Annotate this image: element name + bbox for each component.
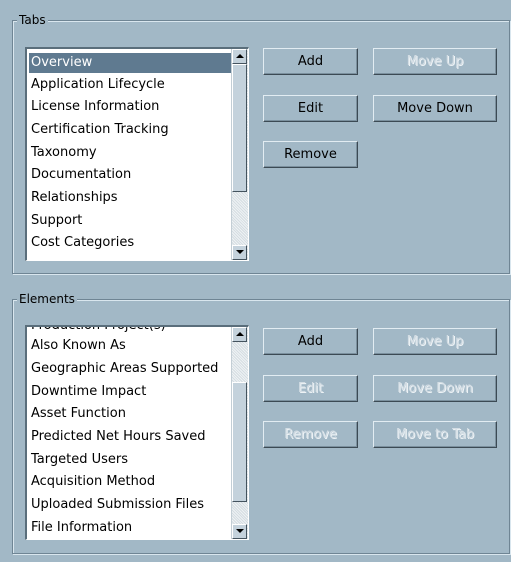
elements-move-to-tab-button[interactable]: Move to Tab — [373, 421, 497, 448]
tabs-group-title: Tabs — [17, 13, 48, 27]
elements-move-up-button[interactable]: Move Up — [373, 328, 497, 355]
elements-remove-button[interactable]: Remove — [263, 421, 358, 448]
elements-edit-button[interactable]: Edit — [263, 375, 358, 402]
elements-list-item[interactable]: Downtime Impact — [29, 382, 231, 402]
elements-list-item[interactable]: Uploaded Submission Files — [29, 495, 231, 515]
tabs-list-item[interactable]: Relationships — [29, 188, 231, 208]
scroll-thumb[interactable] — [232, 382, 247, 502]
tabs-edit-button[interactable]: Edit — [263, 95, 358, 122]
elements-listbox[interactable]: Production Project(s) Also Known As Geog… — [25, 325, 249, 540]
elements-list-item[interactable]: File Information — [29, 518, 231, 538]
scroll-down-arrow-icon[interactable] — [232, 245, 247, 260]
elements-move-down-button[interactable]: Move Down — [373, 375, 497, 402]
tabs-list-item[interactable]: Overview — [29, 53, 231, 73]
tabs-list-item[interactable]: Documentation — [29, 165, 231, 185]
elements-add-button[interactable]: Add — [263, 328, 358, 355]
tabs-list-item[interactable]: Cost Categories — [29, 233, 231, 253]
elements-list-item[interactable]: Acquisition Method — [29, 472, 231, 492]
tabs-listbox[interactable]: Overview Application Lifecycle License I… — [25, 47, 249, 261]
dialog-panel: Tabs Overview Application Lifecycle Lice… — [0, 0, 511, 562]
tabs-list-item[interactable]: Support — [29, 211, 231, 231]
scroll-down-arrow-icon[interactable] — [232, 524, 247, 539]
tabs-list-item[interactable]: Certification Tracking — [29, 120, 231, 140]
elements-list-item[interactable]: Predicted Net Hours Saved — [29, 427, 231, 447]
scroll-up-arrow-icon[interactable] — [232, 49, 247, 64]
tabs-move-up-button[interactable]: Move Up — [373, 48, 497, 75]
tabs-move-down-button[interactable]: Move Down — [373, 95, 497, 122]
elements-list-item[interactable]: Geographic Areas Supported — [29, 359, 231, 379]
tabs-list-item[interactable]: License Information — [29, 97, 231, 117]
tabs-add-button[interactable]: Add — [263, 48, 358, 75]
scroll-thumb[interactable] — [232, 64, 247, 192]
tabs-scrollbar[interactable] — [231, 49, 248, 260]
elements-list-item[interactable]: Also Known As — [29, 336, 231, 356]
tabs-list-item[interactable]: Taxonomy — [29, 143, 231, 163]
elements-list-item[interactable]: Targeted Users — [29, 450, 231, 470]
elements-scrollbar[interactable] — [231, 327, 248, 539]
tabs-list-item[interactable]: Application Lifecycle — [29, 75, 231, 95]
tabs-remove-button[interactable]: Remove — [263, 141, 358, 168]
scroll-up-arrow-icon[interactable] — [232, 327, 247, 342]
elements-group-title: Elements — [17, 292, 77, 306]
elements-list-item[interactable]: Production Project(s) — [29, 327, 231, 336]
elements-list-item[interactable]: Asset Function — [29, 404, 231, 424]
